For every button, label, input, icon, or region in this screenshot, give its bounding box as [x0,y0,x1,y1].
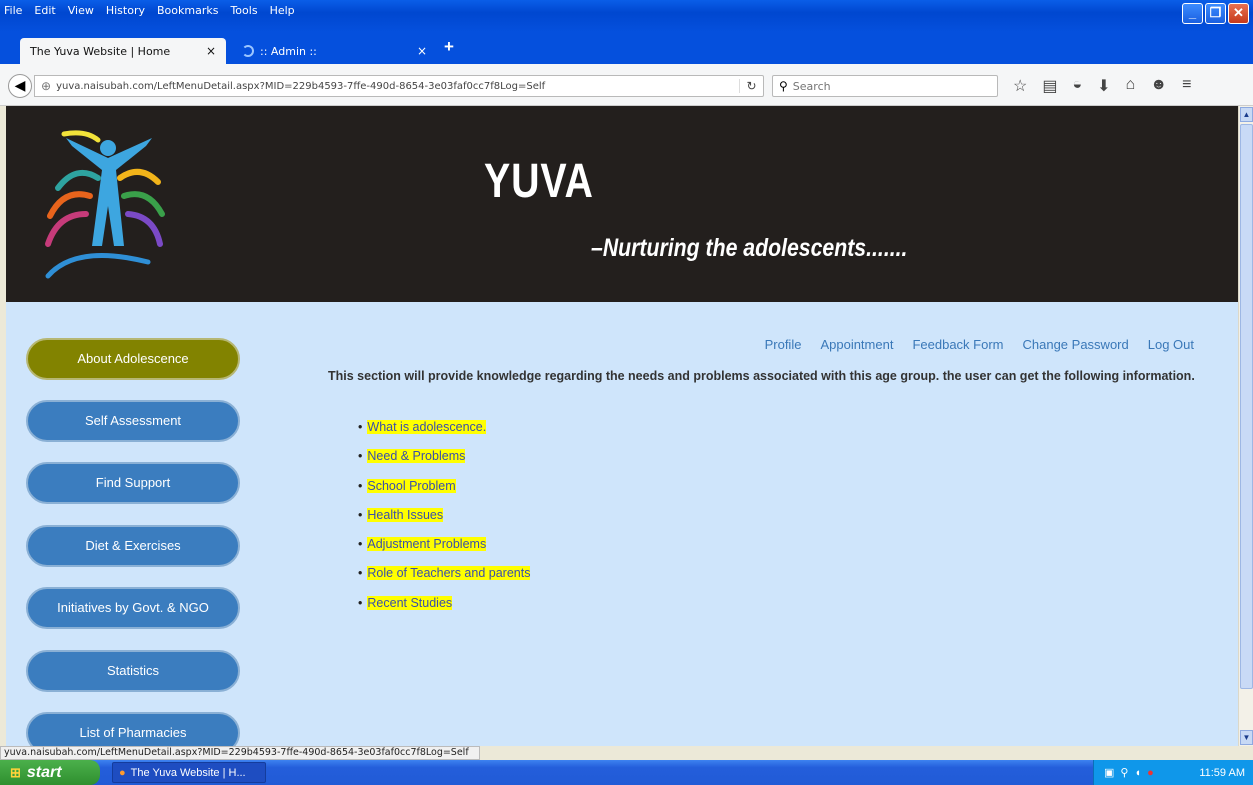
sidebar-item-statistics[interactable]: Statistics [26,650,240,692]
reload-icon[interactable]: ↻ [739,79,763,93]
list-item: Adjustment Problems [358,537,530,566]
info-list: What is adolescence. Need & Problems Sch… [358,420,531,625]
reading-list-icon[interactable]: ▤ [1042,76,1057,96]
profile-link[interactable]: Profile [765,337,802,352]
scroll-thumb[interactable] [1240,124,1253,689]
search-icon: ⚲ [779,79,788,93]
info-link-what-is-adolescence[interactable]: What is adolescence. [367,420,487,434]
tab-yuva-home[interactable]: The Yuva Website | Home × [20,38,226,64]
tab-title: :: Admin :: [260,44,317,58]
tab-close-icon[interactable]: × [206,44,216,58]
download-icon[interactable]: ⬇ [1097,76,1110,96]
info-link-school-problem[interactable]: School Problem [367,478,456,493]
sidebar-item-find-support[interactable]: Find Support [26,462,240,504]
menu-file[interactable]: File [4,4,22,17]
volume-icon[interactable]: ◖ [1134,767,1141,779]
intro-text: This section will provide knowledge rega… [328,369,1195,383]
pocket-icon[interactable]: ◒ [1072,76,1082,96]
windows-flag-icon: ⊞ [10,764,21,780]
url-text: yuva.naisubah.com/LeftMenuDetail.aspx?MI… [56,80,546,92]
list-item: What is adolescence. [358,420,530,449]
menu-edit[interactable]: Edit [34,4,55,17]
list-item: Health Issues [358,507,530,537]
sidebar-item-about-adolescence[interactable]: About Adolescence [26,338,240,380]
search-box[interactable]: ⚲ [772,75,998,97]
minimize-button[interactable]: _ [1182,3,1203,24]
network-icon[interactable]: ⚲ [1120,766,1128,779]
sidebar-item-list-of-pharmacies[interactable]: List of Pharmacies [26,712,240,746]
site-banner: YUVA –Nurturing the adolescents....... [6,106,1238,302]
scroll-up-icon[interactable]: ▲ [1240,107,1253,122]
bookmark-star-icon[interactable]: ☆ [1013,76,1027,96]
sidebar-item-self-assessment[interactable]: Self Assessment [26,400,240,442]
list-item: Need & Problems [358,449,530,478]
info-link-health-issues[interactable]: Health Issues [367,507,444,522]
list-item: School Problem [358,478,530,508]
scroll-down-icon[interactable]: ▼ [1240,730,1253,745]
window-titlebar: File Edit View History Bookmarks Tools H… [0,0,1253,32]
feedback-form-link[interactable]: Feedback Form [912,337,1003,352]
top-links: Profile Appointment Feedback Form Change… [765,337,1194,352]
chat-icon[interactable]: ☻ [1150,76,1167,96]
window-controls: _ ❐ ✕ [1182,3,1249,24]
menu-help[interactable]: Help [270,4,295,17]
tab-title: The Yuva Website | Home [30,44,171,58]
change-password-link[interactable]: Change Password [1023,337,1129,352]
start-button[interactable]: ⊞ start [0,760,100,785]
sidebar-item-diet-exercises[interactable]: Diet & Exercises [26,525,240,567]
appointment-link[interactable]: Appointment [820,337,893,352]
menu-view[interactable]: View [68,4,94,17]
taskbar-item-label: The Yuva Website | H... [130,766,246,779]
toolbar-icons: ☆ ▤ ◒ ⬇ ⌂ ☻ ≡ [1013,76,1191,96]
log-out-link[interactable]: Log Out [1148,337,1194,352]
maximize-button[interactable]: ❐ [1205,3,1226,24]
tab-strip: The Yuva Website | Home × :: Admin :: × [0,32,1253,64]
site-title: YUVA [484,155,594,208]
menu-bookmarks[interactable]: Bookmarks [157,4,218,17]
info-link-recent-studies[interactable]: Recent Studies [367,595,453,610]
firefox-icon: ● [119,766,126,779]
taskbar-firefox-item[interactable]: ● The Yuva Website | H... [112,762,266,783]
list-item: Recent Studies [358,595,530,625]
info-link-need-problems[interactable]: Need & Problems [367,449,466,464]
security-icon[interactable]: ● [1147,767,1154,779]
start-label: start [26,763,62,781]
tab-close-icon[interactable]: × [417,44,427,58]
info-link-role-of-teachers[interactable]: Role of Teachers and parents [367,566,531,581]
page-content: YUVA –Nurturing the adolescents....... A… [6,106,1238,746]
menu-tools[interactable]: Tools [230,4,257,17]
new-tab-button[interactable]: + [444,37,454,57]
menu-history[interactable]: History [106,4,145,17]
search-input[interactable] [792,79,973,93]
back-button[interactable]: ◀ [8,74,32,98]
info-link-adjustment-problems[interactable]: Adjustment Problems [367,537,487,552]
status-url: yuva.naisubah.com/LeftMenuDetail.aspx?MI… [0,746,480,760]
page-scrollbar[interactable]: ▲ ▼ [1238,106,1253,746]
close-window-button[interactable]: ✕ [1228,3,1249,24]
help-icon[interactable]: ▣ [1104,766,1114,779]
navigation-bar: ◀ ⊕ yuva.naisubah.com/LeftMenuDetail.asp… [0,64,1253,106]
menu-bar: File Edit View History Bookmarks Tools H… [4,0,295,20]
system-tray: ▣ ⚲ ◖ ● 11:59 AM [1093,760,1253,785]
windows-taskbar: ⊞ start ● The Yuva Website | H... ▣ ⚲ ◖ … [0,760,1253,785]
list-item: Role of Teachers and parents [358,566,531,595]
tab-admin[interactable]: :: Admin :: × [232,38,437,64]
home-icon[interactable]: ⌂ [1126,76,1136,96]
loading-spinner-icon [242,45,254,57]
site-tagline: –Nurturing the adolescents....... [591,234,908,262]
yuva-logo [45,130,165,279]
taskbar-clock: 11:59 AM [1199,766,1245,779]
sidebar-item-initiatives[interactable]: Initiatives by Govt. & NGO [26,587,240,629]
address-bar[interactable]: ⊕ yuva.naisubah.com/LeftMenuDetail.aspx?… [34,75,764,97]
hamburger-menu-icon[interactable]: ≡ [1182,76,1191,96]
globe-icon: ⊕ [41,79,52,93]
